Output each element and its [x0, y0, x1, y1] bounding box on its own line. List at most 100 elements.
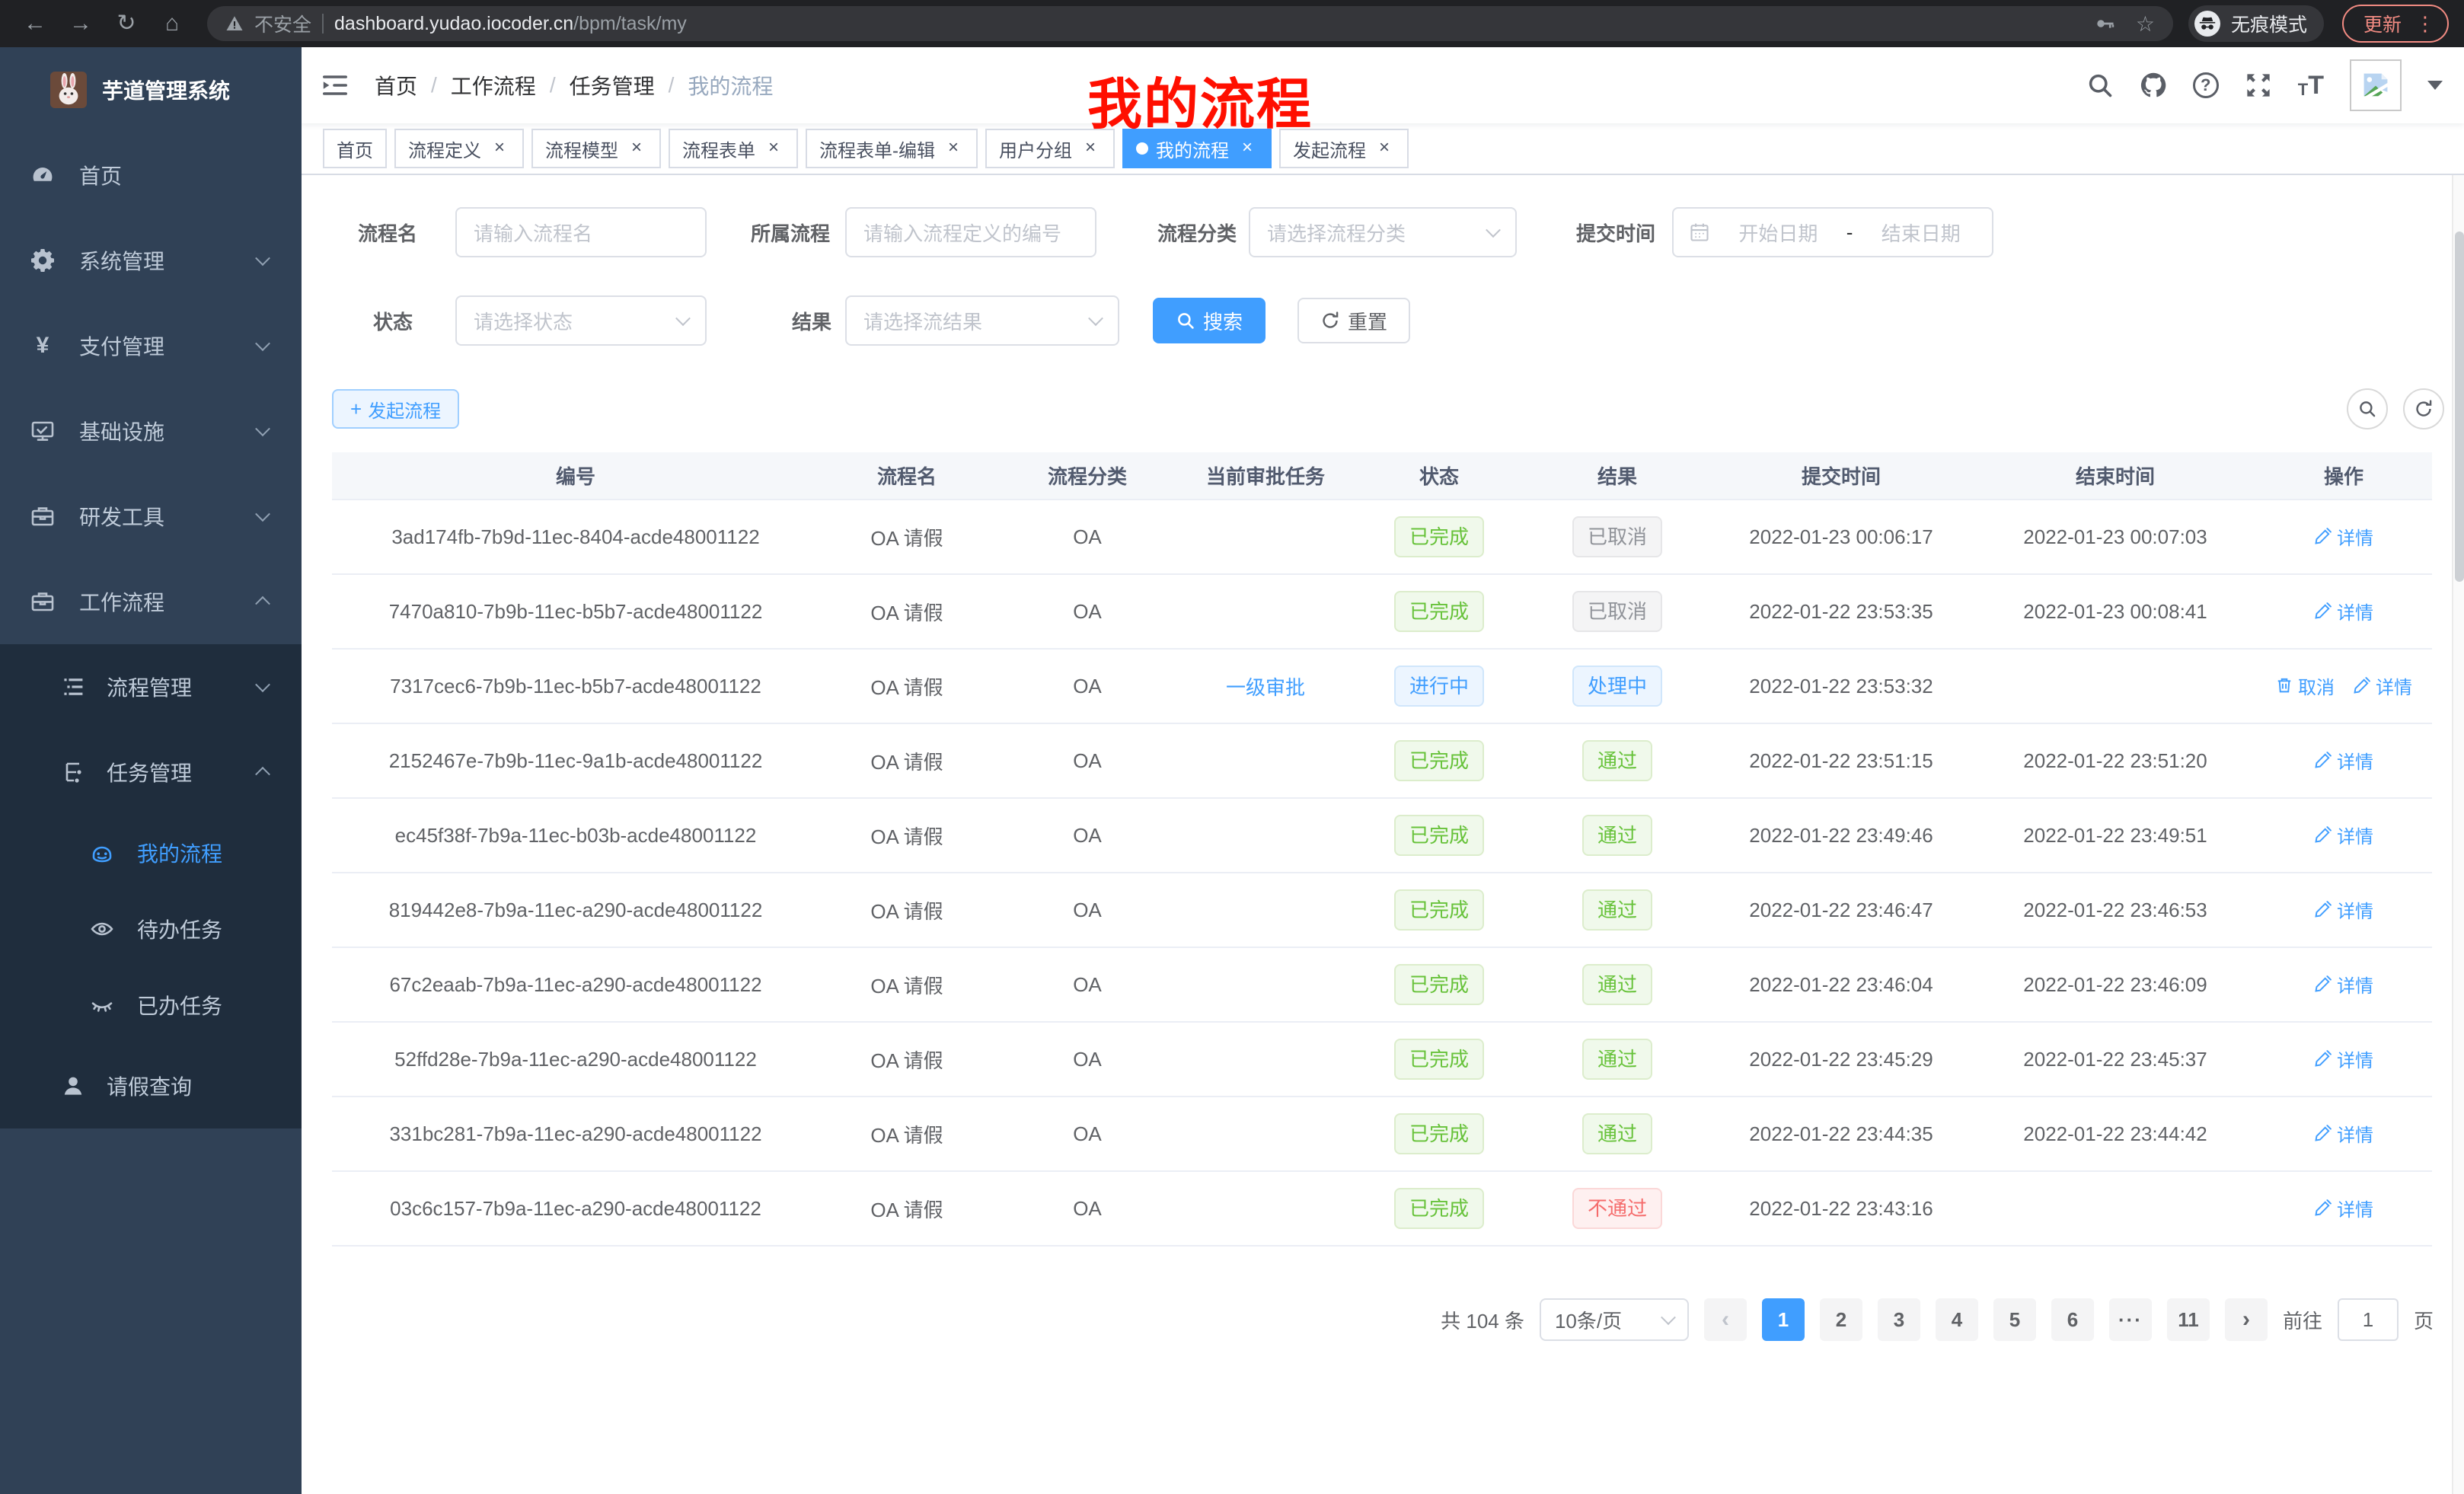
process-category: OA	[1073, 899, 1102, 921]
update-button[interactable]: 更新 ⋮	[2342, 5, 2449, 43]
end-date-placeholder: 结束日期	[1865, 219, 1977, 247]
row-action-detail[interactable]: 详情	[2353, 672, 2412, 699]
tab-process-model[interactable]: 流程模型×	[531, 129, 661, 168]
page-button-11[interactable]: 11	[2167, 1298, 2210, 1341]
create-process-button[interactable]: + 发起流程	[332, 389, 459, 429]
close-icon[interactable]: ×	[489, 138, 510, 159]
tab-my-process[interactable]: 我的流程×	[1122, 129, 1272, 168]
row-action-detail[interactable]: 详情	[2314, 1045, 2373, 1072]
table-toolbar: + 发起流程	[332, 388, 2444, 429]
sidebar-item-my-process[interactable]: 我的流程	[0, 815, 302, 891]
result-badge: 通过	[1582, 740, 1652, 781]
sidebar-item-dev-tools[interactable]: 研发工具	[0, 474, 302, 559]
row-action-detail[interactable]: 详情	[2314, 896, 2373, 923]
avatar[interactable]	[2350, 59, 2402, 111]
sidebar-item-home[interactable]: 首页	[0, 132, 302, 218]
current-task-link[interactable]: 一级审批	[1226, 676, 1305, 699]
prev-page-button[interactable]: ‹	[1704, 1298, 1747, 1341]
font-size-icon[interactable]: TT	[2298, 72, 2324, 98]
breadcrumb-item-home[interactable]: 首页	[375, 70, 417, 101]
category-select[interactable]: 请选择流程分类	[1249, 207, 1517, 257]
result-badge: 通过	[1582, 815, 1652, 856]
sidebar-item-leave-query[interactable]: 请假查询	[0, 1043, 302, 1128]
status-select[interactable]: 请选择状态	[455, 295, 707, 346]
page-button-1[interactable]: 1	[1762, 1298, 1805, 1341]
page-button-5[interactable]: 5	[1993, 1298, 2036, 1341]
help-icon[interactable]: ?	[2193, 72, 2219, 98]
browser-forward-icon[interactable]: →	[61, 0, 101, 47]
more-pages-button[interactable]: ···	[2109, 1298, 2152, 1341]
browser-menu-icon[interactable]: ⋮	[2415, 14, 2435, 34]
goto-page-input[interactable]: 1	[2338, 1298, 2399, 1341]
reset-button[interactable]: 重置	[1297, 298, 1410, 343]
password-key-icon[interactable]	[2095, 13, 2116, 34]
chevron-down-icon[interactable]	[2427, 81, 2443, 90]
sidebar-item-process-management[interactable]: 流程管理	[0, 644, 302, 729]
table-search-icon[interactable]	[2347, 388, 2388, 429]
process-name: OA 请假	[870, 751, 943, 774]
app-logo[interactable]: 芋道管理系统	[0, 47, 302, 132]
row-action-detail[interactable]: 详情	[2314, 822, 2373, 848]
sidebar-collapse-icon[interactable]	[320, 70, 350, 101]
close-icon[interactable]: ×	[763, 138, 784, 159]
close-icon[interactable]: ×	[1080, 138, 1101, 159]
search-button[interactable]: 搜索	[1153, 298, 1266, 343]
sidebar-item-done-tasks[interactable]: 已办任务	[0, 967, 302, 1043]
sidebar-item-workflow[interactable]: 工作流程	[0, 559, 302, 644]
next-page-button[interactable]: ›	[2225, 1298, 2268, 1341]
browser-back-icon[interactable]: ←	[15, 0, 55, 47]
submit-time: 2022-01-22 23:49:46	[1749, 824, 1933, 847]
parent-process-input[interactable]: 请输入流程定义的编号	[845, 207, 1096, 257]
close-icon[interactable]: ×	[1374, 138, 1395, 159]
browser-home-icon[interactable]: ⌂	[152, 0, 192, 47]
process-id: 67c2eaab-7b9a-11ec-a290-acde48001122	[389, 973, 761, 996]
sidebar-item-task-management[interactable]: 任务管理	[0, 729, 302, 815]
sidebar-item-todo-tasks[interactable]: 待办任务	[0, 891, 302, 967]
table-refresh-icon[interactable]	[2403, 388, 2444, 429]
scrollbar-thumb[interactable]	[2455, 231, 2464, 582]
close-icon[interactable]: ×	[943, 138, 964, 159]
sidebar-item-system[interactable]: 系统管理	[0, 218, 302, 303]
tab-start-process[interactable]: 发起流程×	[1279, 129, 1409, 168]
browser-reload-icon[interactable]: ↻	[107, 0, 146, 47]
process-name-input[interactable]: 请输入流程名	[455, 207, 707, 257]
breadcrumb-item-workflow[interactable]: 工作流程	[451, 70, 536, 101]
page-size-select[interactable]: 10条/页	[1540, 1298, 1689, 1341]
search-icon[interactable]	[2086, 72, 2114, 99]
tab-process-form-edit[interactable]: 流程表单-编辑×	[806, 129, 978, 168]
sidebar-item-label: 基础设施	[79, 416, 164, 446]
row-action-cancel[interactable]: 取消	[2275, 672, 2335, 699]
tab-process-definition[interactable]: 流程定义×	[394, 129, 524, 168]
process-id: 2152467e-7b9b-11ec-9a1b-acde48001122	[389, 749, 763, 772]
github-icon[interactable]	[2140, 72, 2167, 99]
status-badge: 进行中	[1394, 666, 1484, 707]
page-button-6[interactable]: 6	[2051, 1298, 2094, 1341]
submit-time-range-input[interactable]: 开始日期 - 结束日期	[1672, 207, 1993, 257]
close-icon[interactable]: ×	[626, 138, 647, 159]
page-scrollbar[interactable]	[2452, 94, 2464, 1494]
status-badge: 已完成	[1394, 740, 1484, 781]
page-button-4[interactable]: 4	[1936, 1298, 1978, 1341]
row-action-detail[interactable]: 详情	[2314, 1195, 2373, 1221]
sidebar-item-payment[interactable]: ¥支付管理	[0, 303, 302, 388]
page-button-3[interactable]: 3	[1878, 1298, 1920, 1341]
sidebar-item-label: 已办任务	[137, 990, 222, 1020]
fullscreen-icon[interactable]	[2245, 72, 2272, 99]
filter-row-2: 状态 请选择状态 结果 请选择流结果 搜索 重置	[332, 295, 2444, 346]
close-icon[interactable]: ×	[1237, 138, 1258, 159]
page-button-2[interactable]: 2	[1820, 1298, 1862, 1341]
result-select[interactable]: 请选择流结果	[845, 295, 1119, 346]
row-action-detail[interactable]: 详情	[2314, 598, 2373, 624]
tab-process-form[interactable]: 流程表单×	[669, 129, 798, 168]
breadcrumb-item-task-management[interactable]: 任务管理	[570, 70, 655, 101]
sidebar-item-infrastructure[interactable]: 基础设施	[0, 388, 302, 474]
bookmark-star-icon[interactable]: ☆	[2136, 11, 2155, 37]
category-label: 流程分类	[1157, 219, 1237, 247]
row-action-detail[interactable]: 详情	[2314, 747, 2373, 774]
row-action-detail[interactable]: 详情	[2314, 523, 2373, 550]
row-action-detail[interactable]: 详情	[2314, 971, 2373, 998]
row-action-detail[interactable]: 详情	[2314, 1120, 2373, 1147]
tab-home[interactable]: 首页	[323, 129, 387, 168]
tab-user-group[interactable]: 用户分组×	[985, 129, 1115, 168]
address-bar[interactable]: 不安全 dashboard.yudao.iocoder.cn/bpm/task/…	[207, 6, 2173, 41]
